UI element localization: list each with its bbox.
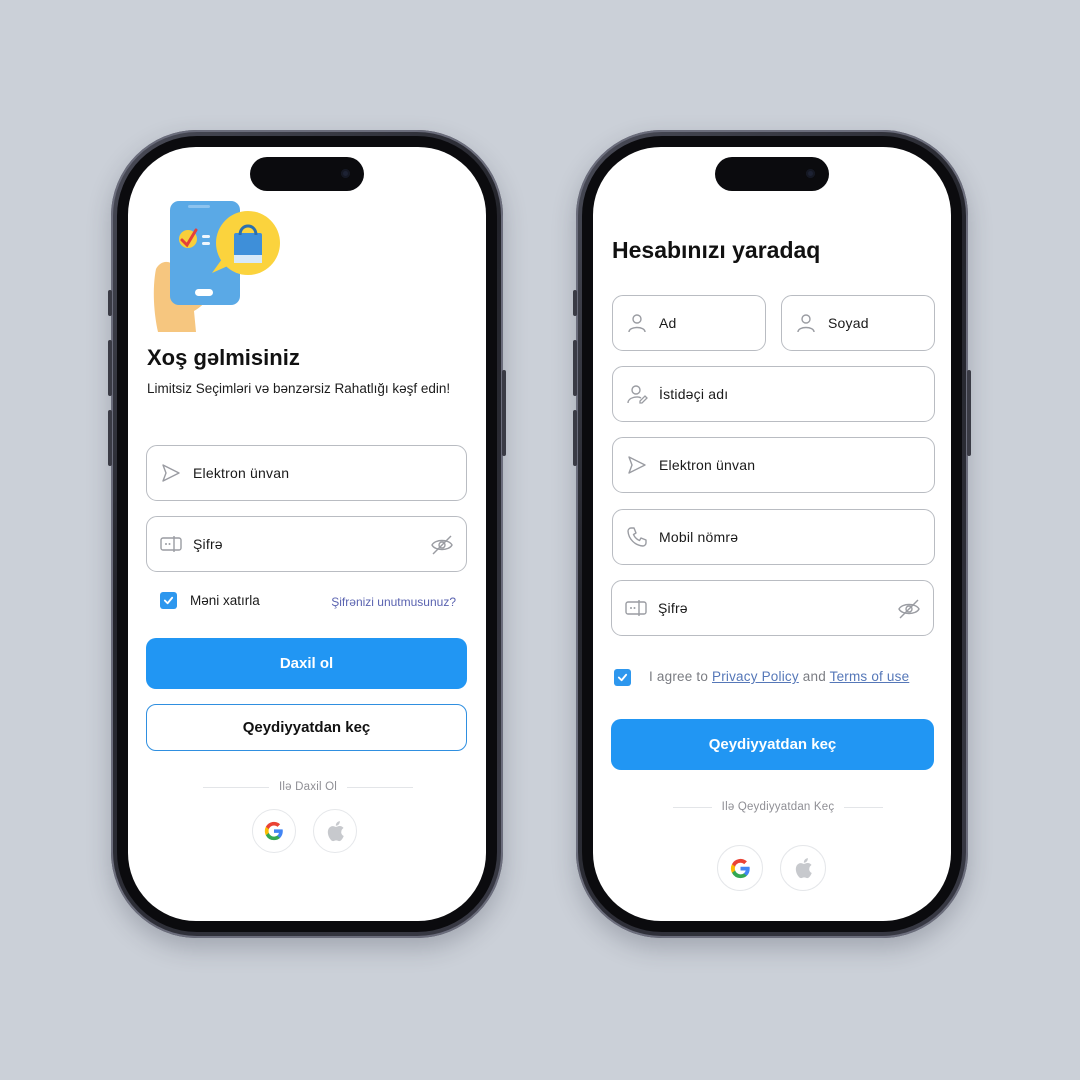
email-label: Elektron ünvan <box>659 457 756 473</box>
power-button <box>502 370 506 456</box>
volume-down-button <box>573 410 577 466</box>
check-icon <box>617 673 628 682</box>
divider-text: Ilə Daxil Ol <box>279 781 337 793</box>
email-field[interactable]: Elektron ünvan <box>612 437 935 493</box>
username-label: İstidəçi adı <box>659 386 729 402</box>
page-subtitle: Limitsiz Seçimləri və bənzərsiz Rahatlığ… <box>147 381 451 396</box>
forgot-password-link[interactable]: Şifrənizi unutmusunuz? <box>331 595 456 609</box>
mute-switch <box>573 290 577 316</box>
agree-text: I agree to Privacy Policy and Terms of u… <box>649 669 909 684</box>
remember-checkbox[interactable] <box>160 592 177 609</box>
login-phone-frame: Xoş gəlmisiniz Limitsiz Seçimləri və bən… <box>108 130 506 938</box>
login-screen: Xoş gəlmisiniz Limitsiz Seçimləri və bən… <box>128 147 486 921</box>
terms-of-use-link[interactable]: Terms of use <box>830 669 910 684</box>
last-name-label: Soyad <box>828 315 869 331</box>
power-button <box>967 370 971 456</box>
agree-and: and <box>802 669 826 684</box>
phone-label: Mobil nömrə <box>659 529 739 545</box>
user-icon <box>628 314 646 333</box>
password-field[interactable]: Şifrə <box>146 516 467 572</box>
password-label: Şifrə <box>658 600 688 616</box>
google-icon <box>730 858 750 878</box>
send-icon <box>628 456 646 474</box>
register-phone-frame: Hesabınızı yaradaq Ad Soyad İstidəçi adı… <box>573 130 971 938</box>
password-label: Şifrə <box>193 536 223 552</box>
first-name-field[interactable]: Ad <box>612 295 766 351</box>
password-icon <box>625 600 647 616</box>
login-button[interactable]: Daxil ol <box>146 638 467 689</box>
social-divider: Ilə Daxil Ol <box>203 780 413 794</box>
social-divider: Ilə Qeydiyyatdan Keç <box>673 800 884 814</box>
dynamic-island <box>715 157 829 191</box>
email-label: Elektron ünvan <box>193 465 290 481</box>
register-button[interactable]: Qeydiyyatdan keç <box>611 719 934 770</box>
apple-login-button[interactable] <box>313 809 357 853</box>
eye-off-icon[interactable] <box>430 533 454 557</box>
mute-switch <box>108 290 112 316</box>
apple-icon <box>327 821 344 842</box>
phone-field[interactable]: Mobil nömrə <box>612 509 935 565</box>
user-icon <box>797 314 815 333</box>
first-name-label: Ad <box>659 315 677 331</box>
register-screen: Hesabınızı yaradaq Ad Soyad İstidəçi adı… <box>593 147 951 921</box>
volume-down-button <box>108 410 112 466</box>
agree-checkbox[interactable] <box>614 669 631 686</box>
page-title: Hesabınızı yaradaq <box>612 237 821 263</box>
volume-up-button <box>573 340 577 396</box>
apple-icon <box>795 858 812 879</box>
apple-register-button[interactable] <box>780 845 826 891</box>
send-icon <box>162 464 180 482</box>
page-title: Xoş gəlmisiniz <box>147 345 300 370</box>
agree-prefix: I agree to <box>649 669 709 684</box>
password-field[interactable]: Şifrə <box>611 580 934 636</box>
email-field[interactable]: Elektron ünvan <box>146 445 467 501</box>
google-login-button[interactable] <box>252 809 296 853</box>
last-name-field[interactable]: Soyad <box>781 295 935 351</box>
phone-icon <box>627 527 647 547</box>
divider-text: Ilə Qeydiyyatdan Keç <box>721 801 835 813</box>
privacy-policy-link[interactable]: Privacy Policy <box>712 669 799 684</box>
register-button[interactable]: Qeydiyyatdan keç <box>146 704 467 751</box>
username-field[interactable]: İstidəçi adı <box>612 366 935 422</box>
password-icon <box>160 536 182 552</box>
eye-off-icon[interactable] <box>897 597 921 621</box>
user-edit-icon <box>627 385 648 404</box>
volume-up-button <box>108 340 112 396</box>
google-icon <box>264 821 283 841</box>
dynamic-island <box>250 157 364 191</box>
shopping-phone-illustration <box>153 201 280 332</box>
google-register-button[interactable] <box>717 845 763 891</box>
remember-label: Məni xatırla <box>190 593 260 608</box>
check-icon <box>163 596 174 605</box>
